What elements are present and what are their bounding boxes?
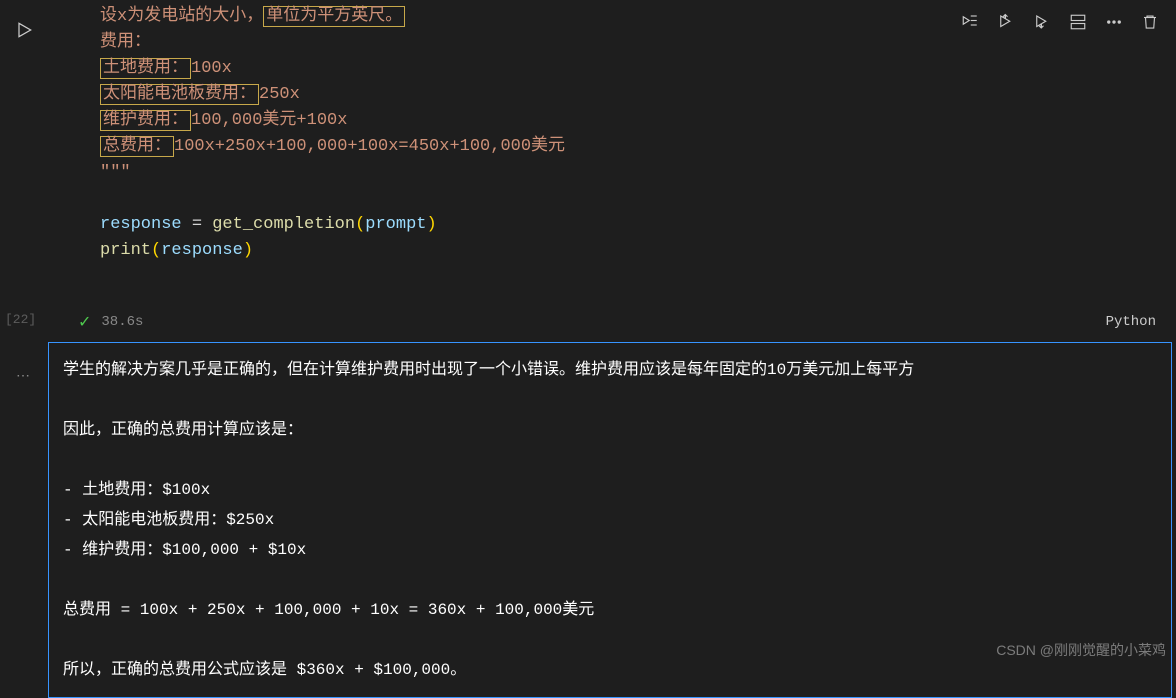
run-cell-button[interactable]: [14, 20, 34, 40]
success-icon: ✓: [78, 312, 91, 332]
code-text: 太阳能电池板费用：: [100, 84, 259, 105]
code-text: 总费用：: [100, 136, 174, 157]
code-text: 设x为发电站的大小，: [100, 7, 263, 26]
split-cell-button[interactable]: [1062, 8, 1094, 36]
cell-status: ✓ 38.6s Python: [78, 308, 1166, 336]
execution-time: 38.6s: [101, 314, 143, 330]
code-text: 维护费用：: [100, 110, 191, 131]
code-text: 250x: [259, 85, 300, 104]
code-text: response: [161, 241, 243, 260]
more-actions-button[interactable]: [1098, 8, 1130, 36]
code-text: 100,000美元+100x: [191, 111, 347, 130]
code-text: 100x: [191, 59, 232, 78]
delete-cell-button[interactable]: [1134, 8, 1166, 36]
execution-count: [22]: [5, 312, 36, 327]
output-text: 因此，正确的总费用计算应该是：: [63, 415, 1157, 445]
code-text: (: [355, 215, 365, 234]
code-text: get_completion: [212, 215, 355, 234]
output-text: 所以，正确的总费用公式应该是 $360x + $100,000。: [63, 655, 1157, 685]
language-label: Python: [1106, 314, 1156, 330]
code-text: response: [100, 215, 182, 234]
output-text: - 土地费用：$100x: [63, 475, 1157, 505]
code-text: 单位为平方英尺。: [263, 6, 405, 27]
cell-toolbar: [954, 8, 1166, 36]
run-by-line-button[interactable]: [954, 8, 986, 36]
cell-more-icon[interactable]: ⋯: [16, 368, 32, 385]
code-cell[interactable]: 设x为发电站的大小，单位为平方英尺。 费用： 土地费用：100x 太阳能电池板费…: [48, 0, 1176, 268]
output-text: 总费用 = 100x + 250x + 100,000 + 10x = 360x…: [63, 595, 1157, 625]
code-text: ): [243, 241, 253, 260]
execute-above-button[interactable]: [990, 8, 1022, 36]
code-text: 费用：: [100, 33, 151, 52]
code-text: =: [182, 215, 213, 234]
code-text: 100x+250x+100,000+100x=450x+100,000美元: [174, 137, 565, 156]
output-text: 学生的解决方案几乎是正确的，但在计算维护费用时出现了一个小错误。维护费用应该是每…: [63, 355, 1157, 385]
code-text: 土地费用：: [100, 58, 191, 79]
execute-below-button[interactable]: [1026, 8, 1058, 36]
code-text: ): [426, 215, 436, 234]
code-text: """: [100, 163, 131, 182]
code-text: print: [100, 241, 151, 260]
output-text: - 维护费用：$100,000 + $10x: [63, 535, 1157, 565]
code-text: prompt: [365, 215, 426, 234]
code-text: (: [151, 241, 161, 260]
watermark: CSDN @刚刚觉醒的小菜鸡: [996, 640, 1166, 660]
output-text: - 太阳能电池板费用：$250x: [63, 505, 1157, 535]
